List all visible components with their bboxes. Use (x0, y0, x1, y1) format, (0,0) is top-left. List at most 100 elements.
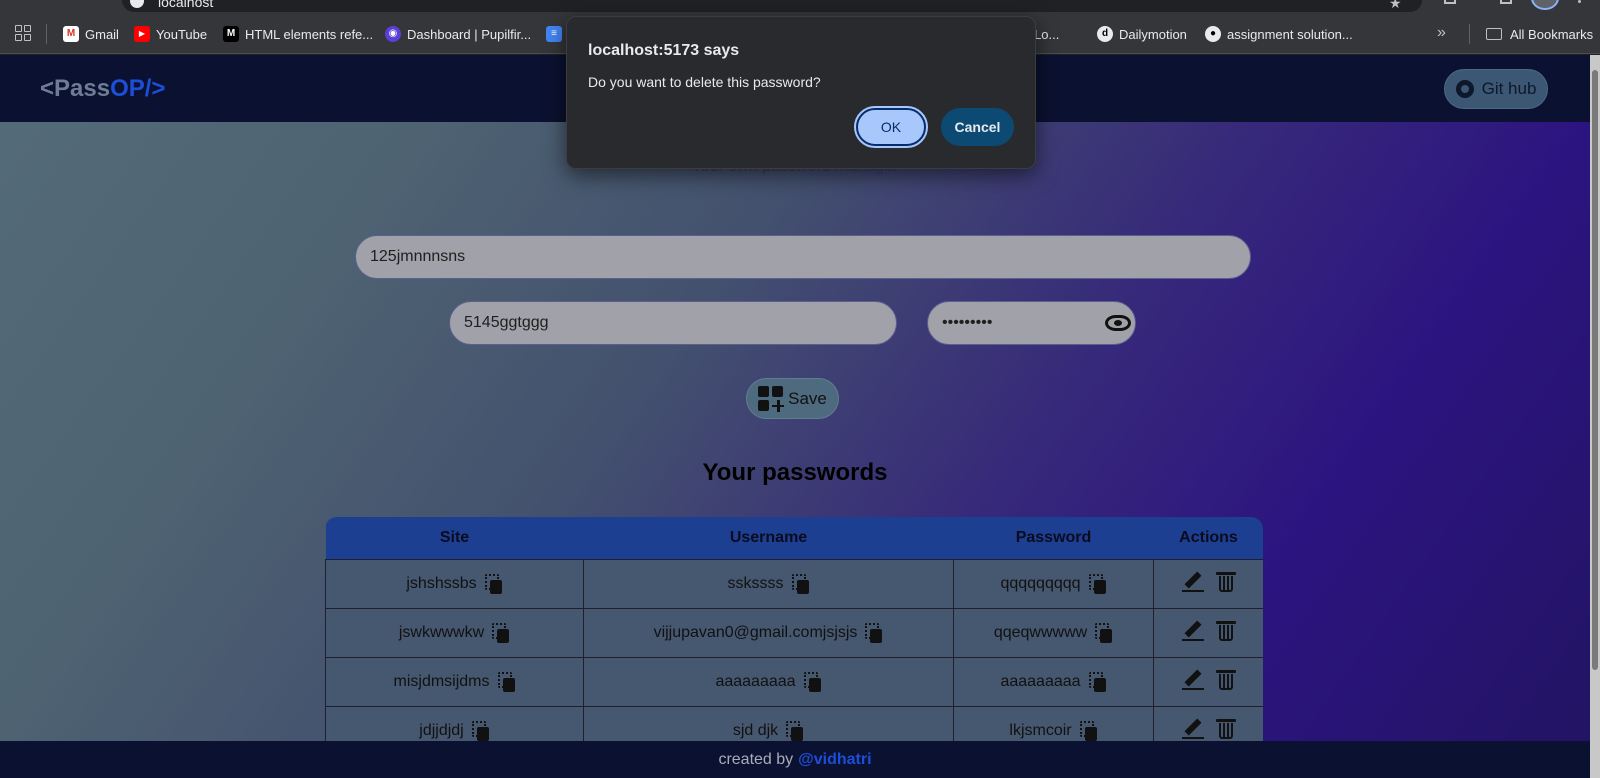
logo-prefix: <Pass (40, 75, 111, 102)
confirm-dialog: localhost:5173 says Do you want to delet… (566, 16, 1036, 169)
apps-grid-icon[interactable] (15, 25, 31, 41)
password-text: qqqqqqqqq (1000, 574, 1081, 592)
bookmark-youtube[interactable]: ▶ YouTube (134, 24, 207, 44)
github-button[interactable]: Git hub (1444, 69, 1548, 109)
username-input[interactable] (449, 301, 897, 345)
copy-icon[interactable] (865, 622, 883, 643)
chrome-menu-icon[interactable] (1578, 0, 1581, 3)
bookmark-html-elements[interactable]: M HTML elements refe... (223, 24, 373, 44)
bookmarks-separator (46, 24, 47, 44)
bookmark-gmail[interactable]: M Gmail (63, 24, 119, 44)
cell-password: qqqqqqqqq (953, 558, 1154, 609)
footer-handle[interactable]: @vidhatri (798, 751, 871, 769)
copy-icon[interactable] (1095, 622, 1113, 643)
bookmark-label: assignment solution... (1227, 26, 1353, 42)
copy-icon[interactable] (471, 720, 490, 741)
bookmark-star-icon[interactable]: ★ (1389, 0, 1402, 12)
github-icon (1455, 80, 1474, 98)
bookmark-label: Dailymotion (1119, 26, 1187, 42)
bookmark-docs[interactable]: ≡ (546, 24, 568, 44)
scrollbar-thumb[interactable] (1592, 70, 1598, 670)
cell-site: misjdmsijdms (325, 656, 584, 707)
cell-username: sskssss (583, 558, 954, 609)
address-text[interactable]: localhost (158, 0, 213, 10)
cell-actions (1153, 607, 1263, 658)
mdn-icon: M (223, 26, 239, 42)
copy-icon[interactable] (786, 720, 804, 741)
copy-icon[interactable] (1079, 720, 1098, 741)
bookmark-label: Dashboard | Pupilfir... (407, 26, 532, 42)
table-row: jswkwwwkw vijjupavan0@gmail.comjsjsjs qq… (325, 607, 1263, 658)
logo-suffix: OP/> (110, 75, 166, 102)
edit-icon[interactable] (1181, 570, 1204, 592)
table-header-row: Site Username Password Actions (325, 517, 1263, 559)
dailymotion-icon: d (1097, 26, 1113, 42)
side-panel-icon[interactable] (1500, 0, 1512, 4)
folder-icon (1486, 28, 1502, 40)
copy-icon[interactable] (492, 622, 510, 643)
trash-icon[interactable] (1215, 619, 1236, 641)
username-text: sjd djk (732, 721, 779, 739)
address-bar[interactable] (122, 0, 1422, 12)
github-icon: ● (1205, 26, 1221, 42)
profile-avatar[interactable] (1531, 0, 1559, 10)
more-bookmarks-chevron-icon[interactable]: » (1437, 24, 1446, 42)
add-grid-icon (758, 385, 785, 412)
password-input[interactable] (928, 302, 1093, 344)
footer: created by @vidhatri (0, 741, 1590, 778)
header-site: Site (325, 517, 584, 559)
site-link[interactable]: jdjjdjdj (419, 722, 463, 739)
edit-icon[interactable] (1181, 619, 1204, 641)
all-bookmarks-button[interactable]: All Bookmarks (1486, 24, 1593, 44)
dialog-title: localhost:5173 says (588, 42, 740, 59)
copy-icon[interactable] (497, 671, 516, 692)
save-label: Save (788, 388, 827, 408)
copy-icon[interactable] (1088, 671, 1107, 692)
password-field (927, 301, 1136, 345)
cell-password: qqeqwwwww (953, 607, 1154, 658)
edit-icon[interactable] (1181, 717, 1204, 739)
bookmark-dailymotion[interactable]: d Dailymotion (1097, 24, 1187, 44)
copy-icon[interactable] (484, 573, 503, 594)
trash-icon[interactable] (1215, 717, 1236, 739)
docs-icon: ≡ (546, 26, 562, 42)
cell-actions (1153, 656, 1263, 707)
passwords-table: Site Username Password Actions jshshssbs… (325, 517, 1263, 756)
bookmark-pupilfirst[interactable]: ◉ Dashboard | Pupilfir... (385, 24, 531, 44)
dialog-message: Do you want to delete this password? (588, 74, 821, 90)
browser-tab-strip: localhost ★ (0, 0, 1600, 14)
bookmark-label: Gmail (85, 26, 119, 42)
trash-icon[interactable] (1215, 668, 1236, 690)
copy-icon[interactable] (803, 671, 822, 692)
all-bookmarks-label: All Bookmarks (1510, 26, 1594, 42)
eye-icon[interactable] (1105, 315, 1131, 331)
site-link[interactable]: jswkwwwkw (399, 624, 484, 641)
cell-password: aaaaaaaaa (953, 656, 1154, 707)
ok-button[interactable]: OK (854, 106, 928, 148)
extensions-icon[interactable] (1444, 0, 1456, 4)
trash-icon[interactable] (1215, 570, 1236, 592)
copy-icon[interactable] (1088, 573, 1107, 594)
save-button[interactable]: Save (746, 378, 839, 419)
site-url-input[interactable] (355, 235, 1251, 279)
cell-site: jswkwwwkw (325, 607, 584, 658)
username-text: vijjupavan0@gmail.comjsjsjs (653, 623, 858, 641)
bookmark-label: HTML elements refe... (245, 26, 374, 42)
bookmark-assignment[interactable]: ● assignment solution... (1205, 24, 1353, 44)
site-link[interactable]: misjdmsijdms (394, 673, 490, 690)
footer-prefix: created by (718, 750, 794, 768)
cell-username: aaaaaaaaa (583, 656, 954, 707)
section-title: Your passwords (702, 459, 888, 486)
bookmark-label: YouTube (156, 26, 208, 42)
copy-icon[interactable] (791, 573, 810, 594)
youtube-icon: ▶ (134, 26, 150, 42)
edit-icon[interactable] (1181, 668, 1204, 690)
pupilfirst-icon: ◉ (385, 26, 401, 42)
site-link[interactable]: jshshssbs (406, 575, 476, 592)
password-text: qqeqwwwww (993, 623, 1088, 641)
table-row: misjdmsijdms aaaaaaaaa aaaaaaaaa (325, 656, 1263, 707)
cancel-button[interactable]: Cancel (941, 108, 1014, 146)
bookmarks-separator (1469, 24, 1470, 44)
username-text: aaaaaaaaa (715, 672, 796, 690)
github-label: Git hub (1481, 79, 1537, 98)
